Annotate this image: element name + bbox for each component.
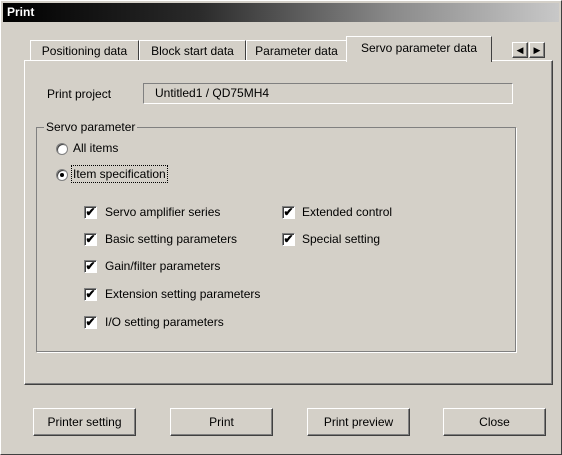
check-mark-icon: ✔ — [85, 259, 96, 273]
radio-selected-dot — [60, 173, 64, 177]
servo-parameter-group-title: Servo parameter — [44, 120, 138, 134]
check-mark-icon: ✔ — [85, 287, 96, 301]
print-preview-button[interactable]: Print preview — [307, 408, 410, 436]
print-button[interactable]: Print — [170, 408, 273, 436]
check-mark-icon: ✔ — [283, 205, 294, 219]
servo-amplifier-series-checkbox[interactable]: ✔ — [84, 206, 97, 219]
tab-scroll-right-button[interactable]: ▶ — [529, 42, 545, 58]
tab-positioning-data[interactable]: Positioning data — [30, 40, 139, 62]
basic-setting-parameters-label[interactable]: Basic setting parameters — [105, 232, 237, 246]
extended-control-label[interactable]: Extended control — [302, 205, 392, 219]
tab-servo-parameter-data[interactable]: Servo parameter data — [346, 36, 492, 62]
window-title: Print — [7, 5, 35, 19]
all-items-radio[interactable] — [56, 143, 68, 155]
special-setting-label[interactable]: Special setting — [302, 232, 380, 246]
gain-filter-parameters-label[interactable]: Gain/filter parameters — [105, 259, 220, 273]
item-specification-label[interactable]: Item specification — [71, 165, 168, 183]
close-button[interactable]: Close — [443, 408, 546, 436]
gain-filter-parameters-checkbox[interactable]: ✔ — [84, 260, 97, 273]
tab-block-start-data[interactable]: Block start data — [139, 40, 246, 62]
extended-control-checkbox[interactable]: ✔ — [282, 206, 295, 219]
special-setting-checkbox[interactable]: ✔ — [282, 233, 295, 246]
print-project-label: Print project — [47, 87, 112, 101]
extension-setting-parameters-label[interactable]: Extension setting parameters — [105, 287, 260, 301]
tab-scroll-left-button[interactable]: ◀ — [512, 42, 528, 58]
check-mark-icon: ✔ — [283, 232, 294, 246]
all-items-label[interactable]: All items — [73, 141, 118, 155]
io-setting-parameters-label[interactable]: I/O setting parameters — [105, 315, 224, 329]
print-project-field: Untitled1 / QD75MH4 — [143, 83, 513, 104]
extension-setting-parameters-checkbox[interactable]: ✔ — [84, 288, 97, 301]
printer-setting-button[interactable]: Printer setting — [33, 408, 136, 436]
check-mark-icon: ✔ — [85, 205, 96, 219]
servo-amplifier-series-label[interactable]: Servo amplifier series — [105, 205, 220, 219]
check-mark-icon: ✔ — [85, 315, 96, 329]
arrow-right-icon: ▶ — [533, 45, 541, 55]
basic-setting-parameters-checkbox[interactable]: ✔ — [84, 233, 97, 246]
arrow-left-icon: ◀ — [516, 45, 524, 55]
tab-parameter-data[interactable]: Parameter data — [246, 40, 347, 62]
title-bar: Print — [3, 3, 559, 22]
check-mark-icon: ✔ — [85, 232, 96, 246]
io-setting-parameters-checkbox[interactable]: ✔ — [84, 316, 97, 329]
item-specification-radio[interactable] — [56, 169, 68, 181]
